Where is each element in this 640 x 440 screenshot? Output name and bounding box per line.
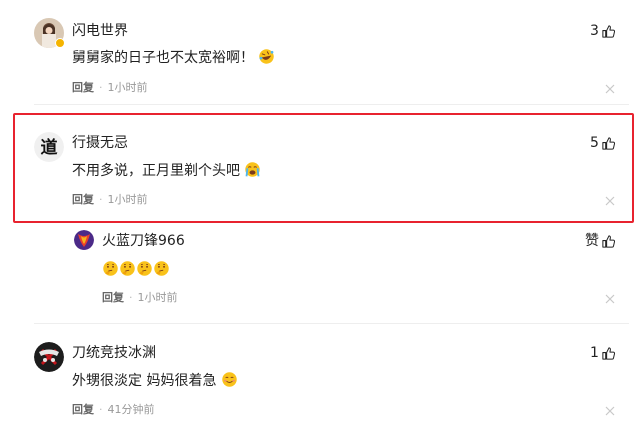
thinking-emoji-icon: [119, 260, 136, 277]
thumbs-up-icon: [601, 346, 616, 361]
rofl-emoji-icon: [258, 48, 275, 65]
reply-button[interactable]: 回复: [72, 403, 94, 416]
thumbs-up-icon: [601, 24, 616, 39]
comment-text: 舅舅家的日子也不太宽裕啊！: [72, 48, 275, 68]
avatar[interactable]: [34, 342, 64, 372]
comment-item: 闪电世界 3 舅舅家的日子也不太宽裕啊！ 回复 · 1小时前: [0, 0, 640, 100]
comment-time: 41分钟前: [107, 403, 155, 416]
dismiss-close-icon[interactable]: [604, 405, 616, 417]
thinking-emoji-icon: [136, 260, 153, 277]
comment-username[interactable]: 刀统竞技冰渊: [72, 344, 156, 362]
thumbs-up-icon: [601, 234, 616, 249]
like-count: 1: [590, 345, 599, 361]
reply-meta: 回复 · 1小时前: [102, 291, 178, 304]
highlight-frame: [13, 113, 634, 223]
thinking-emoji-icon: [102, 260, 119, 277]
like-button[interactable]: 赞: [585, 232, 616, 250]
comment-list: 闪电世界 3 舅舅家的日子也不太宽裕啊！ 回复 · 1小时前 道 行摄无忌 5 …: [0, 0, 640, 440]
reply-button[interactable]: 回复: [102, 291, 124, 304]
comment-item: 刀统竞技冰渊 1 外甥很淡定 妈妈很着急 回复 · 41分钟前: [0, 324, 640, 440]
reply-item: 火蓝刀锋966 赞 回复 · 1小时前: [0, 226, 640, 320]
comment-body: 外甥很淡定 妈妈很着急: [72, 373, 217, 389]
verified-badge-icon: [55, 38, 65, 48]
reply-button[interactable]: 回复: [72, 81, 94, 94]
dismiss-close-icon[interactable]: [604, 83, 616, 95]
comment-meta: 回复 · 1小时前: [72, 81, 148, 94]
dismiss-close-icon[interactable]: [604, 293, 616, 305]
comment-username[interactable]: 闪电世界: [72, 22, 128, 40]
comment-text: 外甥很淡定 妈妈很着急: [72, 371, 238, 391]
slightly-smiling-emoji-icon: [221, 371, 238, 388]
reply-username[interactable]: 火蓝刀锋966: [102, 232, 185, 250]
comment-body: 舅舅家的日子也不太宽裕啊！: [72, 50, 254, 66]
reply-time: 1小时前: [137, 291, 178, 304]
divider: [34, 104, 629, 105]
like-count: 3: [590, 23, 599, 39]
avatar[interactable]: [74, 230, 94, 250]
like-label: 赞: [585, 233, 599, 249]
comment-meta: 回复 · 41分钟前: [72, 403, 155, 416]
like-button[interactable]: 1: [590, 344, 616, 362]
reply-text: [102, 260, 170, 280]
like-button[interactable]: 3: [590, 22, 616, 40]
thinking-emoji-icon: [153, 260, 170, 277]
comment-time: 1小时前: [107, 81, 148, 94]
